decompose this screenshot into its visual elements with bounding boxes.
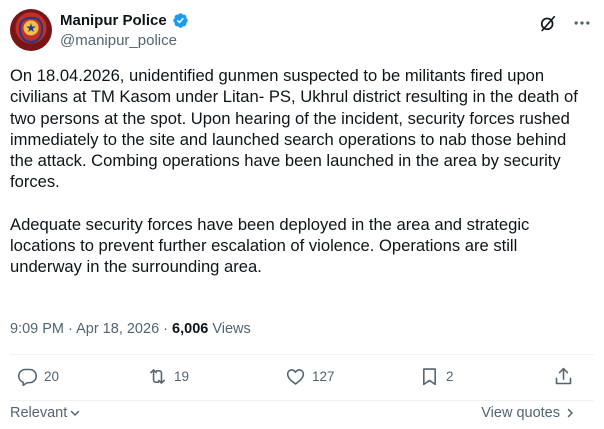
repost-button[interactable]: 19	[147, 366, 189, 387]
meta-separator: ·	[159, 321, 173, 337]
chevron-down-icon	[70, 410, 80, 416]
more-dots-icon[interactable]	[572, 13, 592, 33]
tweet-header: Manipur Police @manipur_police	[10, 9, 594, 53]
reply-count: 20	[44, 369, 60, 384]
header-actions	[538, 13, 592, 33]
bookmark-count: 2	[446, 369, 454, 384]
display-name[interactable]: Manipur Police	[60, 12, 167, 29]
like-button[interactable]: 127	[285, 366, 335, 387]
sort-label: Relevant	[10, 405, 68, 421]
avatar[interactable]	[10, 9, 52, 51]
divider	[10, 354, 594, 355]
share-button[interactable]	[553, 366, 574, 387]
tweet-meta: 9:09 PM · Apr 18, 2026 · 6,006 Views	[10, 321, 251, 337]
tweet-paragraph: On 18.04.2026, unidentified gunmen suspe…	[10, 66, 578, 192]
chevron-right-icon	[567, 408, 573, 418]
tweet-date[interactable]: Apr 18, 2026	[76, 321, 159, 337]
views-label: Views	[208, 321, 251, 337]
share-icon	[555, 367, 572, 385]
verified-badge-icon	[172, 12, 188, 28]
view-quotes-link[interactable]: View quotes	[481, 405, 576, 421]
tweet-paragraph: Adequate security forces have been deplo…	[10, 214, 530, 277]
reply-button[interactable]: 20	[17, 366, 59, 387]
repost-count: 19	[174, 369, 190, 384]
sort-dropdown[interactable]: Relevant	[10, 405, 81, 421]
author-handle[interactable]: @manipur_police	[60, 32, 189, 49]
bookmark-button[interactable]: 2	[419, 366, 454, 387]
repost-icon	[150, 369, 165, 384]
replies-footer: Relevant View quotes	[10, 405, 594, 425]
action-bar: 20 19 127 2	[0, 366, 604, 396]
tweet-text: On 18.04.2026, unidentified gunmen suspe…	[10, 65, 592, 278]
heart-icon	[286, 369, 305, 385]
like-count: 127	[312, 369, 335, 384]
display-name-row: Manipur Police	[60, 10, 189, 30]
views-count: 6,006	[172, 321, 209, 337]
meta-separator: ·	[64, 321, 77, 337]
author-names: Manipur Police @manipur_police	[60, 10, 189, 49]
bookmark-icon	[423, 368, 436, 386]
tweet-time[interactable]: 9:09 PM	[10, 321, 64, 337]
divider	[10, 400, 594, 401]
grok-icon[interactable]	[538, 13, 558, 33]
view-quotes-label: View quotes	[481, 405, 560, 421]
reply-icon	[17, 368, 38, 387]
